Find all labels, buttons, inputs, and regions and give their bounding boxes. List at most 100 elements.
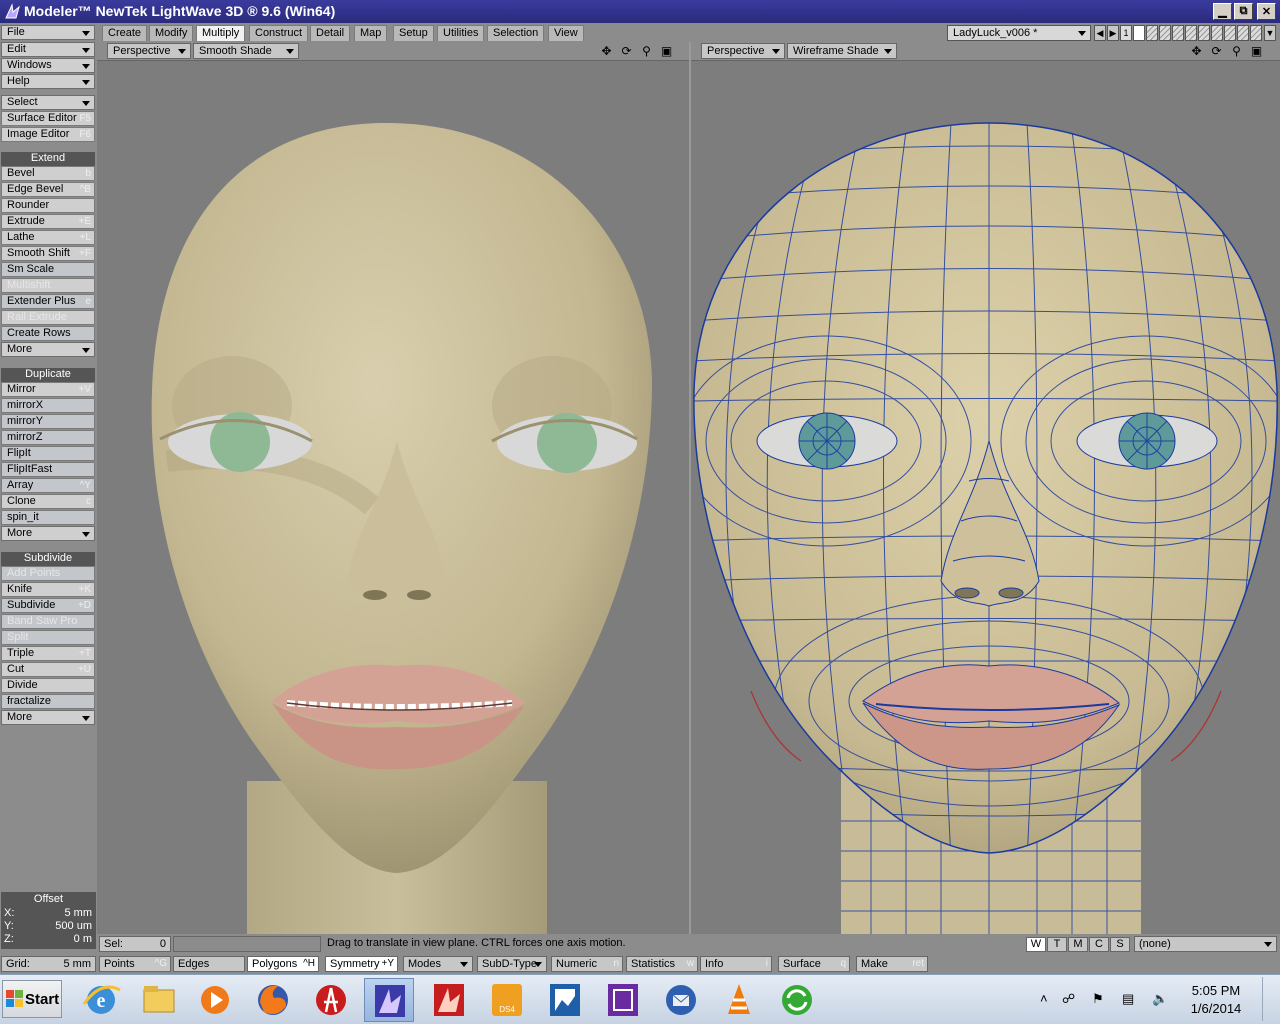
duplicate-more-menu[interactable]: More — [1, 526, 95, 541]
layer-box-8[interactable] — [1224, 25, 1236, 41]
m-mode-button[interactable]: M — [1068, 937, 1088, 952]
volume-icon[interactable]: 🔈 — [1152, 991, 1168, 1007]
viewport-right[interactable]: Perspective Wireframe Shade ✥ ⟳ ⚲ ▣ — [691, 42, 1280, 934]
close-button[interactable]: ✕ — [1257, 3, 1276, 20]
surface-button[interactable]: Surface q — [778, 956, 850, 972]
subdivide-split-button[interactable]: Split — [1, 630, 95, 645]
extend-multishift-button[interactable]: Multishift — [1, 278, 95, 293]
media-player-icon[interactable] — [190, 978, 240, 1022]
flag-icon[interactable]: ⚑ — [1092, 991, 1104, 1007]
subdivide-subdivide-button[interactable]: Subdivide +D — [1, 598, 95, 613]
viewport-left[interactable]: Perspective Smooth Shade ✥ ⟳ ⚲ ▣ — [97, 42, 689, 934]
subdivide-cut-button[interactable]: Cut +U — [1, 662, 95, 677]
object-selector[interactable]: LadyLuck_v006 * — [947, 25, 1091, 41]
rotate-view-icon[interactable]: ⟳ — [619, 44, 634, 59]
extend-create-rows-button[interactable]: Create Rows — [1, 326, 95, 341]
lightwave-layout-icon[interactable] — [424, 978, 474, 1022]
file-explorer-icon[interactable] — [134, 978, 184, 1022]
zoom-view-icon[interactable]: ⚲ — [1229, 44, 1244, 59]
display-icon[interactable]: ▤ — [1122, 991, 1134, 1007]
offset-y-value[interactable]: 500 um — [55, 920, 92, 933]
layer-box-3[interactable] — [1159, 25, 1171, 41]
points-mode-button[interactable]: Points ^G — [99, 956, 171, 972]
numeric-button[interactable]: Numeric n — [551, 956, 623, 972]
move-view-icon[interactable]: ✥ — [1189, 44, 1204, 59]
minimize-button[interactable]: ▁ — [1213, 3, 1232, 20]
duplicate-flipit-button[interactable]: FlipIt — [1, 446, 95, 461]
edit-menu[interactable]: Edit — [1, 42, 95, 57]
tab-utilities[interactable]: Utilities — [437, 25, 485, 41]
extend-bevel-button[interactable]: Bevel b — [1, 166, 95, 181]
zoom-view-icon[interactable]: ⚲ — [639, 44, 654, 59]
duplicate-flipitfast-button[interactable]: FlipItFast — [1, 462, 95, 477]
polygons-mode-button[interactable]: Polygons ^H — [247, 956, 319, 972]
tab-create[interactable]: Create — [102, 25, 148, 41]
subdivide-triple-button[interactable]: Triple +T — [1, 646, 95, 661]
show-desktop-button[interactable] — [1262, 977, 1278, 1021]
statistics-button[interactable]: Statistics w — [626, 956, 698, 972]
tab-view[interactable]: View — [548, 25, 584, 41]
duplicate-mirrorz-button[interactable]: mirrorZ — [1, 430, 95, 445]
extend-lathe-button[interactable]: Lathe +L — [1, 230, 95, 245]
layer-box-2[interactable] — [1146, 25, 1158, 41]
help-menu[interactable]: Help — [1, 74, 95, 89]
subdivide-more-menu[interactable]: More — [1, 710, 95, 725]
tab-detail[interactable]: Detail — [310, 25, 351, 41]
tab-construct[interactable]: Construct — [249, 25, 309, 41]
network-icon[interactable]: ☍ — [1062, 991, 1075, 1007]
layer-box-1[interactable] — [1133, 25, 1145, 41]
surface-editor-button[interactable]: Surface Editor F5 — [1, 111, 95, 126]
view-type-dropdown[interactable]: Perspective — [701, 43, 785, 59]
file-menu[interactable]: File — [1, 25, 95, 40]
make-button[interactable]: Make ret — [856, 956, 928, 972]
info-button[interactable]: Info i — [700, 956, 772, 972]
subdivide-divide-button[interactable]: Divide — [1, 678, 95, 693]
maximize-view-icon[interactable]: ▣ — [1249, 44, 1264, 59]
lightwave-modeler-icon[interactable] — [364, 978, 414, 1022]
w-mode-button[interactable]: W — [1026, 937, 1046, 952]
duplicate-mirror-button[interactable]: Mirror +V — [1, 382, 95, 397]
tab-setup[interactable]: Setup — [393, 25, 434, 41]
extend-extender-plus-button[interactable]: Extender Plus e — [1, 294, 95, 309]
next-layer-button[interactable]: ▶ — [1107, 25, 1119, 41]
ds4-icon[interactable]: DS4 — [482, 978, 532, 1022]
video-editor-icon[interactable] — [598, 978, 648, 1022]
tab-multiply[interactable]: Multiply — [196, 25, 246, 41]
layer-box-10[interactable] — [1250, 25, 1262, 41]
subd-type-dropdown[interactable]: SubD-Type — [477, 956, 547, 972]
duplicate-spin-it-button[interactable]: spin_it — [1, 510, 95, 525]
vlc-icon[interactable] — [714, 978, 764, 1022]
layer-box-7[interactable] — [1211, 25, 1223, 41]
subdivide-knife-button[interactable]: Knife +K — [1, 582, 95, 597]
layer-box-4[interactable] — [1172, 25, 1184, 41]
sync-icon[interactable] — [772, 978, 822, 1022]
s-mode-button[interactable]: S — [1110, 937, 1130, 952]
modes-dropdown[interactable]: Modes — [403, 956, 473, 972]
thunderbird-icon[interactable] — [656, 978, 706, 1022]
tab-selection[interactable]: Selection — [487, 25, 545, 41]
layer-box-9[interactable] — [1237, 25, 1249, 41]
subdivide-fractalize-button[interactable]: fractalize — [1, 694, 95, 709]
extend-extrude-button[interactable]: Extrude +E — [1, 214, 95, 229]
t-mode-button[interactable]: T — [1047, 937, 1067, 952]
extend-rounder-button[interactable]: Rounder — [1, 198, 95, 213]
start-button[interactable]: Start — [2, 980, 62, 1018]
extend-smooth-shift-button[interactable]: Smooth Shift +F — [1, 246, 95, 261]
extend-more-menu[interactable]: More — [1, 342, 95, 357]
offset-z-value[interactable]: 0 m — [74, 933, 92, 946]
edges-mode-button[interactable]: Edges — [173, 956, 245, 972]
c-mode-button[interactable]: C — [1089, 937, 1109, 952]
subdivide-band-saw-pro-button[interactable]: Band Saw Pro — [1, 614, 95, 629]
offset-panel[interactable]: Offset X: 5 mm Y: 500 um Z: 0 m — [1, 892, 96, 949]
internet-explorer-icon[interactable]: e — [76, 978, 126, 1022]
system-clock[interactable]: 5:05 PM 1/6/2014 — [1180, 982, 1252, 1018]
select-menu[interactable]: Select — [1, 95, 95, 110]
extend-rail-extrude-button[interactable]: Rail Extrude — [1, 310, 95, 325]
subdivide-add-points-button[interactable]: Add Points — [1, 566, 95, 581]
shading-dropdown[interactable]: Smooth Shade — [193, 43, 299, 59]
acrobat-icon[interactable] — [306, 978, 356, 1022]
extend-sm-scale-button[interactable]: Sm Scale — [1, 262, 95, 277]
maximize-view-icon[interactable]: ▣ — [659, 44, 674, 59]
prev-layer-button[interactable]: ◀ — [1094, 25, 1106, 41]
restore-button[interactable]: ⧉ — [1234, 3, 1253, 20]
